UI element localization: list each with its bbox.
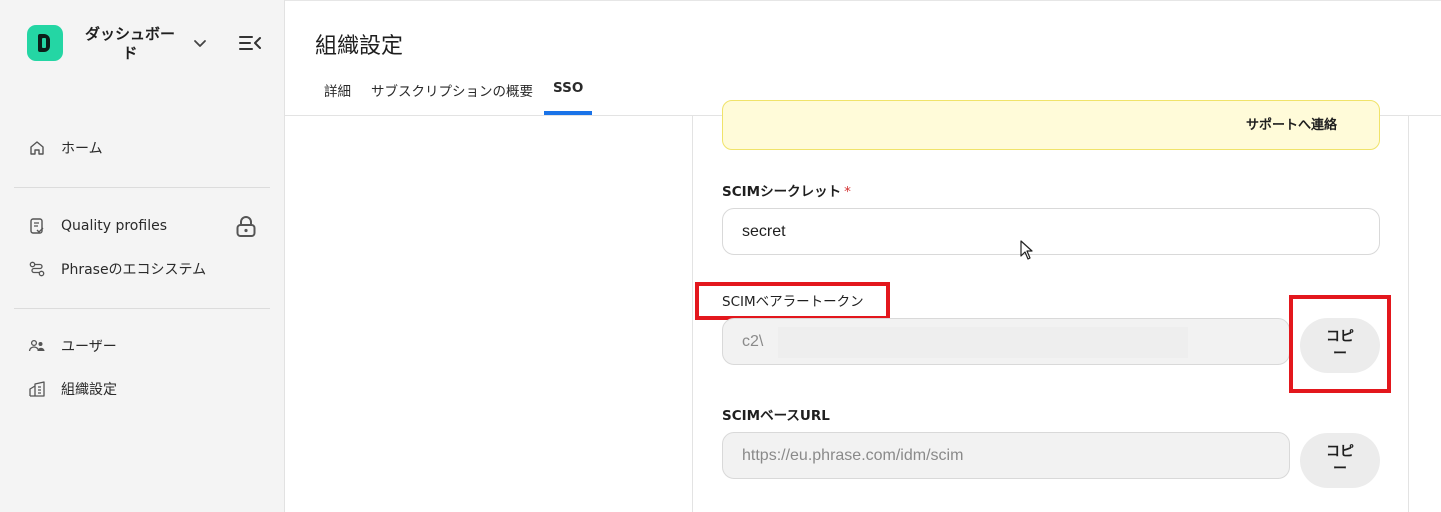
phrase-logo-icon bbox=[27, 25, 63, 61]
sidebar-divider bbox=[14, 308, 270, 309]
contact-support-link[interactable]: サポートへ連絡 bbox=[1246, 114, 1337, 133]
quality-profile-icon bbox=[30, 218, 44, 234]
panel-border bbox=[1408, 116, 1409, 512]
tab-subscription-overview[interactable]: サブスクリプションの概要 bbox=[362, 70, 542, 115]
highlight-box-copy bbox=[1289, 295, 1391, 393]
scim-secret-value: secret bbox=[742, 223, 786, 240]
page-title: 組織設定 bbox=[315, 34, 404, 59]
workspace-switcher[interactable]: ダッシュボード bbox=[27, 25, 277, 65]
workspace-title: ダッシュボード bbox=[84, 25, 175, 62]
sidebar-divider bbox=[14, 187, 270, 188]
notice-banner: サポートへ連絡 bbox=[722, 100, 1380, 150]
scim-secret-input[interactable]: secret bbox=[722, 208, 1380, 255]
top-border bbox=[285, 0, 1441, 1]
sidebar-item-label: ユーザー bbox=[61, 339, 117, 355]
sidebar-item-organization-settings[interactable]: 組織設定 bbox=[14, 372, 270, 406]
sidebar-item-ecosystem[interactable]: Phraseのエコシステム bbox=[14, 252, 270, 286]
scim-bearer-token-value: c2\ bbox=[742, 333, 764, 350]
scim-secret-label: SCIMシークレット * bbox=[722, 180, 851, 200]
sidebar-item-label: 組織設定 bbox=[61, 382, 117, 398]
mouse-cursor-icon bbox=[1020, 240, 1033, 260]
sidebar-item-users[interactable]: ユーザー bbox=[14, 329, 270, 363]
tab-sso[interactable]: SSO bbox=[544, 70, 593, 115]
sidebar-item-label: ホーム bbox=[61, 141, 103, 157]
copy-base-url-button[interactable]: コピー bbox=[1300, 433, 1380, 488]
ecosystem-icon bbox=[29, 261, 45, 277]
sidebar-item-home[interactable]: ホーム bbox=[14, 131, 270, 165]
scim-base-url-input[interactable]: https://eu.phrase.com/idm/scim bbox=[722, 432, 1290, 479]
scim-bearer-token-input[interactable]: c2\ bbox=[722, 318, 1290, 365]
home-icon bbox=[30, 141, 44, 155]
highlight-box-label bbox=[695, 282, 890, 320]
scim-base-url-label: SCIMベースURL bbox=[722, 408, 830, 424]
scim-base-url-value: https://eu.phrase.com/idm/scim bbox=[742, 447, 964, 464]
organization-icon bbox=[29, 381, 45, 397]
panel-border bbox=[692, 116, 693, 512]
settings-tabs: 詳細 サブスクリプションの概要 SSO bbox=[315, 70, 594, 115]
tab-details[interactable]: 詳細 bbox=[315, 70, 360, 115]
copy-button-label: コピー bbox=[1326, 443, 1354, 477]
sidebar-item-label: Phraseのエコシステム bbox=[61, 262, 207, 278]
users-icon bbox=[28, 339, 45, 352]
collapse-sidebar-icon[interactable] bbox=[237, 31, 263, 55]
sidebar-item-label: Quality profiles bbox=[61, 218, 167, 234]
sidebar-item-quality-profiles[interactable]: Quality profiles bbox=[14, 209, 270, 243]
sidebar: ダッシュボード ホーム Quality profiles Phraseのエコシス… bbox=[0, 0, 285, 512]
required-mark: * bbox=[844, 184, 851, 200]
scim-secret-label-text: SCIMシークレット bbox=[722, 184, 842, 200]
chevron-down-icon[interactable] bbox=[192, 35, 208, 51]
masked-token-area bbox=[778, 327, 1188, 358]
lock-icon bbox=[236, 216, 256, 237]
